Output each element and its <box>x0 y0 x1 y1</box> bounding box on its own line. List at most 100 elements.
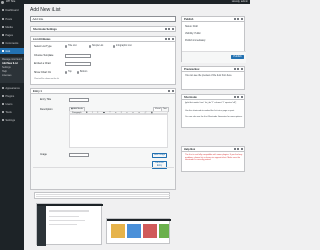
box-header[interactable]: Publish <box>182 17 244 22</box>
sidebar-item-media[interactable]: Media <box>0 24 24 30</box>
radio-label: Simple List <box>91 45 104 47</box>
mini-line <box>49 220 85 221</box>
chevron-up-icon[interactable] <box>234 68 237 71</box>
site-name[interactable]: WP Site <box>6 0 15 3</box>
toggle-icon[interactable] <box>240 68 243 71</box>
mini-sidebar <box>37 206 46 246</box>
chevron-up-icon[interactable] <box>234 18 237 21</box>
select-list-type-label: Select List Type <box>34 45 52 48</box>
media-icon <box>1 25 4 29</box>
preview-text: You can see the preview of the iList fro… <box>185 75 233 77</box>
sidebar-item-posts[interactable]: Posts <box>0 16 24 22</box>
box-header[interactable]: Preview Box <box>182 67 244 72</box>
ilist-icon <box>1 49 4 53</box>
box-controls <box>234 148 243 151</box>
pages-icon <box>1 33 4 37</box>
close-icon[interactable] <box>171 90 174 93</box>
image-url-input[interactable] <box>69 152 89 157</box>
users-icon <box>1 102 4 106</box>
radio-circle[interactable] <box>65 45 68 48</box>
chevron-down-icon[interactable] <box>168 28 171 31</box>
mini-admin-bar <box>37 204 103 206</box>
chevron-down-icon[interactable] <box>237 96 240 99</box>
post-title-input[interactable]: Add title <box>30 16 176 22</box>
sidebar-item-label: Users <box>5 102 13 106</box>
chevron-down-icon[interactable] <box>237 148 240 151</box>
sidebar-item-pages[interactable]: Pages <box>0 32 24 38</box>
sidebar-item-settings[interactable]: Settings <box>0 117 24 123</box>
radio-title-list[interactable]: Title List <box>65 45 76 48</box>
radio-label: Title List <box>67 45 77 47</box>
admin-bar: WP Site Howdy, admin <box>0 0 250 4</box>
appearance-icon <box>1 86 4 90</box>
box-header[interactable]: List Attributes <box>31 37 175 42</box>
sidebar-item-comments[interactable]: Comments <box>0 40 24 46</box>
help-text: The iList is not fully compatible with s… <box>185 154 243 161</box>
preview-box: Preview Box You can see the preview of t… <box>181 66 245 90</box>
publish-box: Publish Status: Draft Visibility: Public… <box>181 16 246 63</box>
description-editor[interactable] <box>69 114 168 148</box>
box-header[interactable]: Shortcode <box>182 95 244 100</box>
radio-simple-list[interactable]: Simple List <box>89 45 103 48</box>
sidebar-item-appearance[interactable]: Appearance <box>0 85 24 91</box>
entry-title: Entry 1 <box>33 90 42 93</box>
submenu-licenses[interactable]: Licenses <box>2 74 11 77</box>
image-label: Image <box>40 153 47 156</box>
mini-admin-bar <box>107 219 171 221</box>
toggle-icon[interactable] <box>240 96 243 99</box>
entry-title-label: Entry Title <box>40 98 52 101</box>
box-header[interactable]: Help Box <box>182 147 244 152</box>
submenu-settings[interactable]: Settings <box>2 66 11 69</box>
plugins-icon <box>1 94 4 98</box>
mini-line <box>49 216 79 217</box>
chevron-up-icon[interactable] <box>234 96 237 99</box>
entry-header[interactable]: Entry 1 <box>31 89 175 94</box>
box-title: Preview Box <box>184 68 200 71</box>
mini-image-yellow <box>111 224 125 238</box>
sidebar-item-tools[interactable]: Tools <box>0 109 24 115</box>
remove-entry-button[interactable]: Remove Entry <box>152 161 167 170</box>
chevron-down-icon[interactable] <box>237 18 240 21</box>
radio-infographic-list[interactable]: Infographic List <box>113 45 132 48</box>
publish-schedule: Publish immediately <box>185 40 206 42</box>
mini-image-blue <box>127 224 141 238</box>
sidebar-item-ilist[interactable]: iList <box>0 48 24 54</box>
radio-circle[interactable] <box>77 71 80 74</box>
howdy-account[interactable]: Howdy, admin <box>232 0 248 3</box>
radio-chart-bottom[interactable]: Bottom <box>77 71 87 74</box>
radio-circle[interactable] <box>89 45 92 48</box>
box-controls <box>165 28 174 31</box>
sidebar-item-users[interactable]: Users <box>0 101 24 107</box>
toggle-icon[interactable] <box>240 148 243 151</box>
chevron-up-icon[interactable] <box>165 38 168 41</box>
shortcode-generator-text: You can also use the iList Shortcode Gen… <box>185 116 243 118</box>
sidebar-item-label: Plugins <box>5 94 15 98</box>
chevron-down-icon[interactable] <box>168 38 171 41</box>
entry-title-input[interactable] <box>69 97 89 102</box>
chevron-up-icon[interactable] <box>165 28 168 31</box>
chevron-down-icon[interactable] <box>237 68 240 71</box>
embed-chart-select[interactable] <box>65 61 91 66</box>
box-header[interactable]: Shortcode Settings <box>31 27 175 33</box>
sidebar-item-dashboard[interactable]: Dashboard <box>0 7 24 13</box>
choose-template-select[interactable] <box>65 53 91 58</box>
publish-visibility: Visibility: Public <box>185 33 201 35</box>
shortcode-code[interactable]: [qcld-ilist mode="one" list_id="1" colum… <box>185 102 243 105</box>
toggle-icon[interactable] <box>240 18 243 21</box>
chevron-up-icon[interactable] <box>234 148 237 151</box>
radio-chart-top[interactable]: Top <box>65 71 72 74</box>
sidebar-item-plugins[interactable]: Plugins <box>0 93 24 99</box>
sidebar-item-label: Dashboard <box>5 8 19 12</box>
radio-circle[interactable] <box>113 45 116 48</box>
mini-line <box>49 224 77 225</box>
toggle-icon[interactable] <box>171 38 174 41</box>
chevron-up-icon[interactable] <box>168 90 171 93</box>
submenu-add-new[interactable]: Add New iList <box>2 62 18 65</box>
submenu-help[interactable]: Help <box>2 70 7 73</box>
add-image-button[interactable]: Add Image <box>152 153 167 159</box>
submenu-manage[interactable]: Manage iList Items <box>2 58 22 61</box>
list-attributes-box: List Attributes Select List Type Title L… <box>30 36 176 85</box>
radio-circle[interactable] <box>65 71 68 74</box>
toggle-icon[interactable] <box>171 28 174 31</box>
publish-button[interactable]: Publish <box>231 55 244 59</box>
